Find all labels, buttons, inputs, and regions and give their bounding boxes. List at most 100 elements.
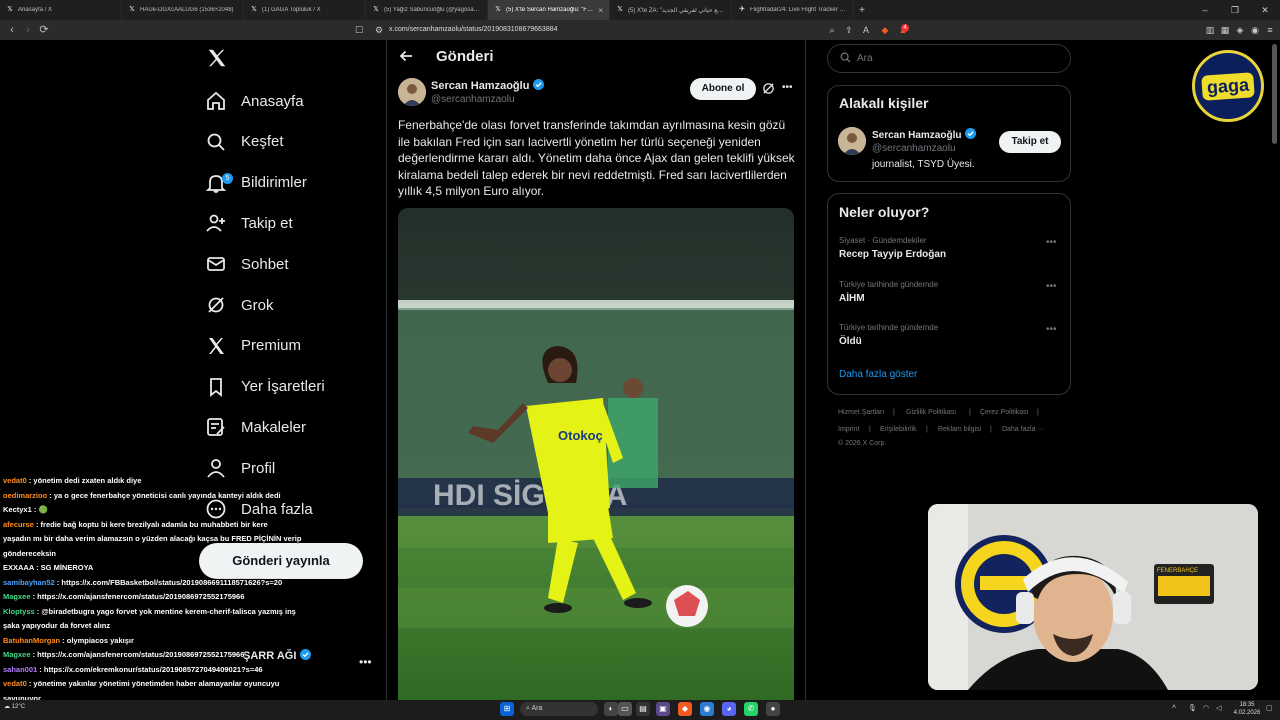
footer-link[interactable]: Erişilebilirlik — [880, 426, 917, 433]
browser-tab[interactable]: 𝕏 (5) X'te ZA: "لا ميع حياتي لفريقي الجدي… — [610, 0, 732, 20]
taskbar-search-icon: ⌕ — [526, 705, 530, 712]
tray-chevron-icon[interactable]: ˄ — [1172, 704, 1176, 711]
post-button[interactable]: Gönderi yayınla — [199, 543, 363, 579]
related-handle[interactable]: @sercanhamzaolu — [872, 143, 956, 154]
share-icon[interactable]: ⇪ — [843, 24, 855, 36]
author-avatar[interactable] — [398, 78, 426, 106]
chat-username[interactable]: Magxee — [3, 650, 31, 659]
nav-item-takip-et[interactable]: Takip et — [205, 206, 293, 240]
x-logo-icon[interactable] — [206, 47, 230, 71]
trend-name[interactable]: Recep Tayyip Erdoğan — [839, 249, 946, 260]
forward-icon[interactable]: › — [20, 20, 36, 40]
post-photo[interactable]: HDI SİGORTA Otokoç — [398, 208, 794, 700]
account-switcher[interactable]: ŞARR AĞI — [243, 649, 312, 663]
browser-tab[interactable]: ✈ Flightradar24: Live Flight Tracker - R.… — [732, 0, 854, 20]
nav-item-grok[interactable]: Grok — [205, 288, 274, 322]
brave-shield-icon[interactable]: ◆ — [879, 24, 891, 36]
bookmark-page-icon[interactable]: ☐ — [353, 24, 365, 36]
mic-icon[interactable]: 🎙 — [1188, 704, 1197, 712]
nav-item-profil[interactable]: Profil — [205, 451, 275, 485]
new-tab-button[interactable]: + — [854, 5, 870, 16]
weather-widget[interactable]: ☁ 12°C — [4, 703, 25, 710]
explorer-icon[interactable]: ▤ — [636, 702, 650, 716]
chat-username[interactable]: sahan001 — [3, 665, 37, 674]
post-more-icon[interactable]: ••• — [782, 82, 793, 93]
browser-tab[interactable]: 𝕏 (5) Yağız Sabuncuoğlu (@yagosabun... — [366, 0, 488, 20]
discord-icon[interactable]: ◕ — [722, 702, 736, 716]
search-input[interactable]: Ara — [827, 44, 1071, 73]
nav-item-makaleler[interactable]: Makaleler — [205, 410, 306, 444]
whatsapp-icon[interactable]: ✆ — [744, 702, 758, 716]
footer-link[interactable]: Gizlilik Politikası — [906, 409, 956, 416]
reload-icon[interactable]: ⟳ — [36, 20, 52, 40]
footer-link[interactable]: Imprint — [838, 426, 859, 433]
author-handle[interactable]: @sercanhamzaolu — [431, 94, 515, 105]
chat-username[interactable]: vedat0 — [3, 476, 27, 485]
nav-item-premium[interactable]: Premium — [205, 329, 301, 363]
chrome-icon[interactable]: ◉ — [700, 702, 714, 716]
page-scrollbar[interactable] — [1272, 44, 1277, 144]
follow-button[interactable]: Takip et — [999, 131, 1061, 153]
back-icon[interactable]: ‹ — [4, 20, 20, 40]
chat-username[interactable]: oedimarzioo — [3, 491, 47, 500]
start-icon[interactable]: ⊞ — [500, 702, 514, 716]
chat-username[interactable]: Kloptyss — [3, 607, 35, 616]
tab-close-icon[interactable]: × — [598, 6, 603, 15]
chat-username[interactable]: afecurse — [3, 520, 34, 529]
trend-more-icon[interactable]: ••• — [1046, 237, 1057, 248]
chat-username[interactable]: Magxee — [3, 592, 31, 601]
obs-icon[interactable]: ● — [766, 702, 780, 716]
clock[interactable]: 18:35 4.02.2026 — [1232, 701, 1262, 717]
trend-name[interactable]: Öldü — [839, 336, 862, 347]
nav-item-yer-i-şaretleri[interactable]: Yer İşaretleri — [205, 370, 325, 404]
related-name[interactable]: Sercan Hamzaoğlu — [872, 128, 977, 142]
subscribe-button[interactable]: Abone ol — [690, 78, 756, 100]
trend-more-icon[interactable]: ••• — [1046, 281, 1057, 292]
sidebar-toggle-icon[interactable]: ▥ — [1204, 24, 1216, 36]
taskbar-search[interactable]: ⌕ Ara — [520, 702, 598, 716]
wallet-icon[interactable]: ◈ — [1234, 24, 1246, 36]
show-more-link[interactable]: Daha fazla göster — [839, 369, 917, 380]
close-window-button[interactable]: ✕ — [1250, 0, 1280, 20]
menu-icon[interactable]: ≡ — [1264, 24, 1276, 36]
nav-item-bildirimler[interactable]: 5 Bildirimler — [205, 166, 307, 200]
browser-tab[interactable]: 𝕏 HAUe-DGXcAALUG6 (1536×2048) — [122, 0, 244, 20]
chat-username[interactable]: Kectyx1 — [3, 505, 32, 514]
widgets-icon[interactable]: ◐ — [604, 702, 618, 716]
site-info-icon[interactable]: ⚙ — [373, 24, 385, 36]
volume-icon[interactable]: ◁ — [1216, 704, 1221, 712]
related-avatar[interactable] — [838, 127, 866, 155]
account-more-icon[interactable]: ••• — [359, 655, 372, 669]
footer-link[interactable]: Çerez Politikası — [980, 409, 1029, 416]
nav-item-keşfet[interactable]: Keşfet — [205, 125, 284, 159]
brave-icon[interactable]: ◆ — [678, 702, 692, 716]
back-arrow-icon[interactable] — [398, 48, 414, 69]
author-name[interactable]: Sercan Hamzaoğlu — [431, 79, 545, 93]
nav-item-sohbet[interactable]: Sohbet — [205, 247, 289, 281]
vpn-icon[interactable]: ◉ — [1249, 24, 1261, 36]
grok-icon[interactable] — [762, 82, 775, 100]
browser-tab[interactable]: 𝕏 (1) GAGA Topluluk / X — [244, 0, 366, 20]
task-view-icon[interactable]: ▭ — [618, 702, 632, 716]
footer-link[interactable]: Reklam bilgisi — [938, 426, 981, 433]
translate-icon[interactable]: A — [860, 24, 872, 36]
split-view-icon[interactable]: ▦ — [1219, 24, 1231, 36]
wifi-icon[interactable]: ◠ — [1203, 704, 1209, 712]
footer-link[interactable]: © 2026 X Corp. — [838, 440, 886, 447]
chat-username[interactable]: vedat0 — [3, 679, 27, 688]
trend-name[interactable]: AİHM — [839, 293, 865, 304]
nav-item-anasayfa[interactable]: Anasayfa — [205, 84, 304, 118]
footer-link[interactable]: Daha fazla ··· — [1002, 426, 1044, 433]
trend-more-icon[interactable]: ••• — [1046, 324, 1057, 335]
maximize-button[interactable]: ❐ — [1220, 0, 1250, 20]
browser-tab[interactable]: 𝕏 Anasayfa / X — [0, 0, 122, 20]
notification-icon[interactable]: ▢ — [1266, 704, 1273, 712]
chat-username[interactable]: EXXAAA — [3, 563, 34, 572]
minimize-button[interactable]: – — [1190, 0, 1220, 20]
zoom-icon[interactable]: ⌕ — [826, 24, 838, 36]
chat-username[interactable]: BatuhanMorgan — [3, 636, 60, 645]
footer-link[interactable]: Hizmet Şartları — [838, 409, 884, 416]
chat-username[interactable]: samibayhan52 — [3, 578, 55, 587]
app-icon[interactable]: ▣ — [656, 702, 670, 716]
browser-tab[interactable]: 𝕏 (5) X'te Sercan Hamzaoğlu: "Fene... × — [488, 0, 610, 20]
